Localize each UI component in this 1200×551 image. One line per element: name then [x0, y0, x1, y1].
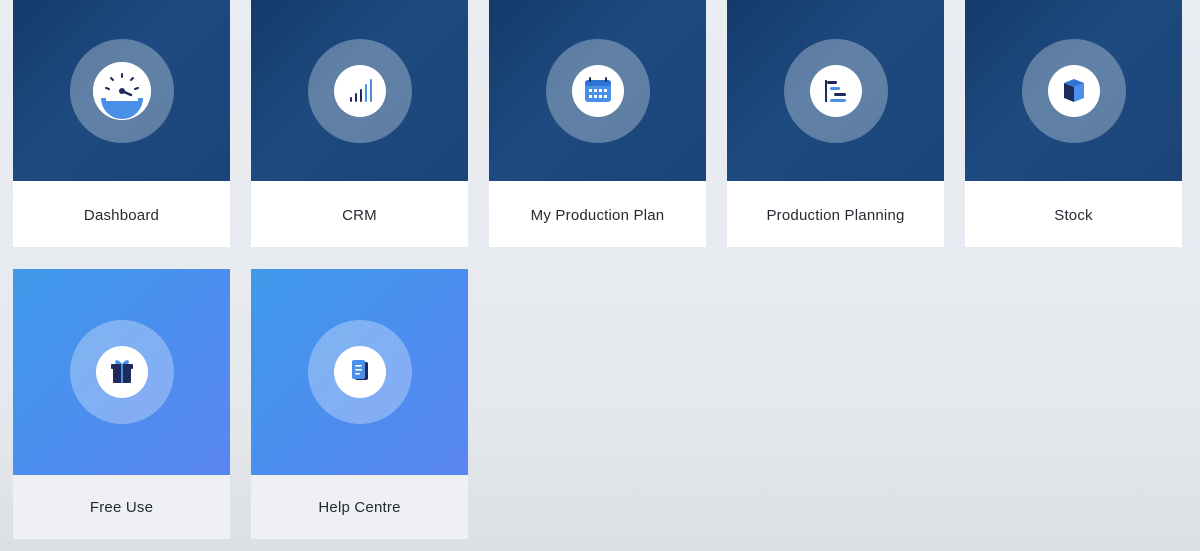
icon-halo	[69, 320, 174, 424]
tile-my-production-plan-image	[489, 0, 706, 181]
tile-crm-label: CRM	[251, 181, 468, 247]
tile-stock-image	[965, 0, 1182, 181]
tile-dashboard-image	[13, 0, 230, 181]
icon-halo	[1021, 38, 1126, 143]
box-icon	[1047, 64, 1100, 117]
tile-dashboard-label: Dashboard	[13, 181, 230, 247]
tile-crm[interactable]: CRM	[251, 0, 468, 247]
tile-help-centre-label: Help Centre	[251, 475, 468, 539]
icon-halo	[783, 38, 888, 143]
speedometer-icon	[92, 61, 151, 120]
tile-my-production-plan-label: My Production Plan	[489, 181, 706, 247]
app-launcher-grid: Dashboard CRM My Production Plan Product…	[13, 0, 1182, 539]
tile-stock[interactable]: Stock	[965, 0, 1182, 247]
signal-bars-icon	[333, 64, 386, 117]
gantt-icon	[809, 64, 862, 117]
gift-icon	[95, 346, 148, 398]
tile-production-planning-label: Production Planning	[727, 181, 944, 247]
icon-halo	[307, 320, 412, 424]
tile-production-planning-image	[727, 0, 944, 181]
icon-halo	[69, 38, 174, 143]
document-icon	[333, 346, 386, 398]
tile-help-centre-image	[251, 269, 468, 475]
icon-halo	[545, 38, 650, 143]
tile-my-production-plan[interactable]: My Production Plan	[489, 0, 706, 247]
tile-dashboard[interactable]: Dashboard	[13, 0, 230, 247]
tile-help-centre[interactable]: Help Centre	[251, 269, 468, 539]
tile-free-use[interactable]: Free Use	[13, 269, 230, 539]
tile-stock-label: Stock	[965, 181, 1182, 247]
tile-crm-image	[251, 0, 468, 181]
tile-free-use-label: Free Use	[13, 475, 230, 539]
tile-free-use-image	[13, 269, 230, 475]
tile-production-planning[interactable]: Production Planning	[727, 0, 944, 247]
calendar-icon	[571, 64, 624, 117]
icon-halo	[307, 38, 412, 143]
